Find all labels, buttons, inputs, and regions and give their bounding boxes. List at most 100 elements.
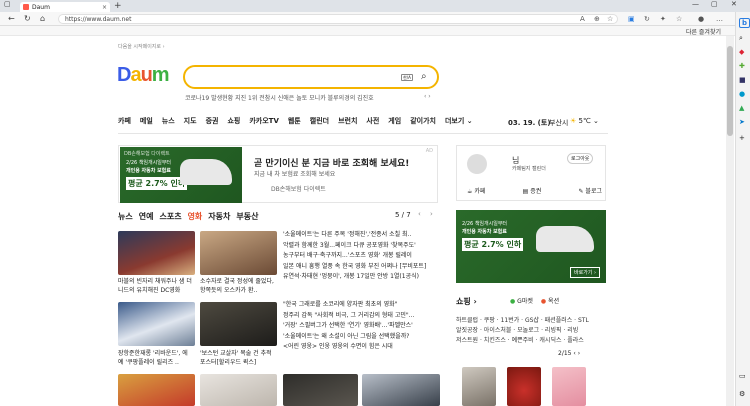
shopping-tag-icon[interactable]: ◆ (739, 48, 744, 56)
favorite-star-icon[interactable]: ☆ (607, 15, 613, 23)
ad-headline[interactable]: 곧 만기이신 분 지금 바로 조회해 보세요! (254, 156, 409, 169)
send-icon[interactable]: ➤ (739, 118, 745, 126)
scrollbar-thumb[interactable] (727, 46, 733, 136)
add-icon[interactable]: + (739, 134, 745, 142)
news-thumbnail[interactable] (200, 302, 277, 346)
headline[interactable]: 일본 애니 흥행 열풍 속 한국 영화 부진 어쩌나 [무비포트] (283, 262, 441, 273)
profile-avatar-icon[interactable]: ● (698, 15, 704, 23)
news-caption[interactable]: 장항준한재롱 '리바운드', 에 예 '쿠팡플레이 릴리즈 .. (118, 349, 195, 367)
tab-close-icon[interactable]: × (102, 4, 107, 11)
office-icon[interactable]: ■ (739, 76, 746, 84)
next-page-icon[interactable]: › (430, 210, 433, 218)
nav-kakaotv[interactable]: 카카오TV (249, 116, 279, 130)
tools-icon[interactable]: ✚ (739, 62, 745, 70)
tab-news[interactable]: 뉴스 (118, 211, 133, 222)
prev-page-icon[interactable]: ‹ (418, 210, 421, 218)
tab-car[interactable]: 자동차 (208, 211, 230, 222)
nav-mail[interactable]: 메일 (140, 116, 153, 130)
refresh-icon[interactable]: ↻ (24, 14, 31, 23)
keyboard-icon[interactable]: 한/A (401, 74, 413, 81)
nav-brunch[interactable]: 브런치 (338, 116, 357, 130)
minimize-icon[interactable]: — (692, 0, 699, 8)
avatar[interactable] (467, 154, 487, 174)
url-input[interactable]: https://www.daum.net (58, 14, 618, 24)
product-image[interactable] (552, 367, 586, 406)
product-image[interactable] (507, 367, 541, 406)
back-icon[interactable]: ← (8, 14, 15, 23)
news-caption[interactable]: '보스턴 교살자' 목술 건 추적 포스터[할리우드 퀵스] (200, 349, 277, 367)
headline[interactable]: 농구부터 배구·축구까지...'스포츠 영화' 개봉 릴레이 (283, 251, 441, 262)
extension-icon[interactable]: ▣ (628, 15, 635, 23)
layout-icon[interactable]: ▭ (739, 372, 746, 380)
tab-movie[interactable]: 영화 (188, 211, 203, 222)
settings-gear-icon[interactable]: ⚙ (739, 390, 745, 398)
headline[interactable]: "한국 그래로를 소코리에 양자판 최초의 영화" (283, 300, 441, 311)
more-menu-icon[interactable]: … (716, 15, 723, 23)
gmarket-tab[interactable]: ● G마켓 (510, 296, 533, 305)
headline[interactable]: '거장' 스필버그가 선택한 '연기' 영화배'...'파벨만스' (283, 321, 441, 332)
nav-dictionary[interactable]: 사전 (366, 116, 379, 130)
weather-display[interactable]: ☀ 5℃ ⌄ (570, 117, 599, 125)
puzzle-icon[interactable]: ✦ (660, 15, 666, 23)
headline[interactable]: '소울메이트'는 다른 주목 '정해진','전종서 소칠 최.. (283, 230, 441, 241)
favorites-icon[interactable]: ☆ (676, 15, 682, 23)
home-icon[interactable]: ⌂ (40, 14, 45, 23)
close-window-icon[interactable]: ✕ (731, 0, 737, 8)
nav-news[interactable]: 뉴스 (162, 116, 175, 130)
tab-realestate[interactable]: 부동산 (236, 211, 258, 222)
logout-button[interactable]: 로그아웃 (567, 153, 594, 164)
nav-game[interactable]: 게임 (388, 116, 401, 130)
search-sidebar-icon[interactable]: ⌕ (739, 34, 743, 43)
cafe-shortcut[interactable]: ☕ 카페 (467, 186, 485, 195)
shopping-title[interactable]: 쇼핑 › (456, 296, 477, 307)
outlook-icon[interactable]: ● (739, 90, 745, 98)
go-button[interactable]: 바로가기 › (570, 267, 600, 278)
window-menu-icon[interactable]: ▢ (4, 0, 11, 8)
headline[interactable]: 악렬과 함께한 3월...페이크 다큐 공포영화 '찾목주도' (283, 241, 441, 252)
nav-webtoon[interactable]: 웹툰 (288, 116, 301, 130)
bing-icon[interactable]: b (739, 18, 750, 28)
nav-cafe[interactable]: 카페 (118, 116, 131, 130)
nav-map[interactable]: 지도 (184, 116, 197, 130)
news-thumbnail[interactable] (362, 374, 440, 406)
set-homepage-link[interactable]: 다음을 시작페이지로 › (118, 43, 165, 50)
news-caption[interactable]: 소수자로 결국 정성에 줄었다, 항쪽듯의 오스카가 환.. (200, 277, 277, 295)
news-thumbnail[interactable] (200, 374, 277, 406)
refresh-page-icon[interactable]: ↻ (644, 15, 650, 23)
tab-daum[interactable]: Daum × (20, 2, 110, 12)
nav-calendar[interactable]: 캘린더 (310, 116, 329, 130)
read-aloud-icon[interactable]: A (580, 15, 585, 23)
trending-nav[interactable]: ‹ › (424, 93, 431, 100)
stock-shortcut[interactable]: ▤ 증권 (523, 186, 542, 195)
headline[interactable]: 정주리 감독 "사회적 비극, 그 거리감의 형태 고민"... (283, 311, 441, 322)
headline[interactable]: '소울메이트'는 왜 소설이 아닌 그림을 선택했을까? (283, 332, 441, 343)
news-thumbnail[interactable] (118, 374, 195, 406)
search-box[interactable]: 한/A ⌕ (183, 65, 439, 89)
headline[interactable]: 유연석·차태현 '멍뭉이', 개봉 17일만 안방 1열(1공식) (283, 272, 441, 283)
insurance-ad-banner[interactable]: DB손해보험 다이렉트 2/26 책임개시일부터 개인용 자동차 보험료 평균 … (118, 145, 438, 203)
news-thumbnail[interactable] (283, 374, 358, 406)
maximize-icon[interactable]: ▢ (711, 0, 718, 8)
nav-together[interactable]: 같이가치 (410, 116, 436, 130)
zoom-icon[interactable]: ⊕ (594, 15, 600, 23)
shopping-pager[interactable]: 2/15 ‹ › (558, 350, 580, 357)
nav-more[interactable]: 더보기 ⌄ (445, 116, 473, 130)
news-caption[interactable]: 마블의 빈자리 채워주나 샘 더니드의 유치해진 DC영화 (118, 277, 195, 295)
trending-keywords[interactable]: 코로나19 발생현황 지진 1위 전참시 신애은 놀토 모니카 블루의경의 김진… (185, 93, 374, 102)
product-image[interactable] (462, 367, 496, 406)
other-favorites-button[interactable]: 다른 즐겨찾기 (686, 27, 721, 36)
nav-shopping[interactable]: 쇼핑 (227, 116, 240, 130)
search-icon[interactable]: ⌕ (421, 71, 427, 82)
nav-stock[interactable]: 증권 (206, 116, 219, 130)
shop-link-row[interactable]: 알짓공장 · 아이스처블 · 모놀로그 · 리빙픽 · 리빙 (456, 326, 606, 336)
news-thumbnail[interactable] (118, 302, 195, 346)
location-label[interactable]: 부산시 (549, 118, 568, 128)
tree-icon[interactable]: ▲ (739, 104, 744, 112)
tab-sports[interactable]: 스포츠 (159, 211, 181, 222)
headline[interactable]: <어린 영웅> 인웅 영웅의 수면이 힘은 시대 (283, 342, 441, 353)
shop-link-row[interactable]: 하트클럽 · 쿠팡 · 11번가 · GS샵 · 패션플러스 · STL (456, 316, 606, 326)
daum-logo[interactable]: Daum (117, 64, 170, 87)
shop-link-row[interactable]: 저스트원 · 치킨즈스 · 예쁜주비 · 캐시딕스 · 플라스 (456, 336, 606, 346)
auction-tab[interactable]: ● 옥션 (541, 296, 559, 305)
side-insurance-ad[interactable]: 2/26 책임개시일부터 개인용 자동차 보험료 평균 2.7% 인하 바로가기… (456, 210, 606, 283)
